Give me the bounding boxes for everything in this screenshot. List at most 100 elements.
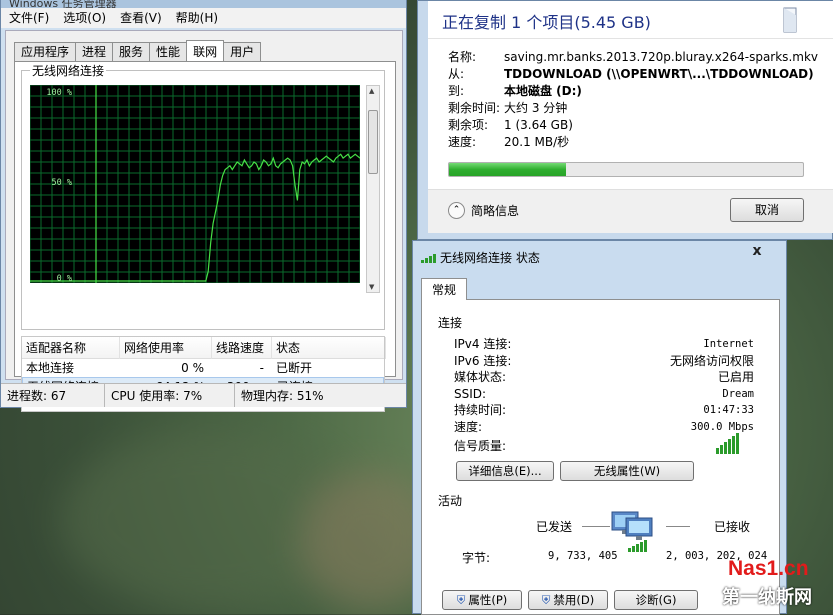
signal-quality-label: 信号质量: <box>454 439 507 453</box>
detail-value: 01:47:33 <box>703 404 754 416</box>
adapter-status: 已断开 <box>276 361 313 375</box>
graph-vertical-scrollbar[interactable]: ▲ ▼ <box>366 85 380 293</box>
copy-detail-row: 到: 本地磁盘 (D:) <box>448 83 833 100</box>
menu-options[interactable]: 选项(O) <box>63 10 106 26</box>
sent-line <box>582 526 610 527</box>
received-line <box>666 526 690 527</box>
chevron-up-icon[interactable]: ⌃ <box>448 202 465 219</box>
tab-performance[interactable]: 性能 <box>149 42 188 61</box>
details-button[interactable]: 详细信息(E)... <box>456 461 554 481</box>
detail-value: 无网络访问权限 <box>669 353 754 368</box>
process-count: 进程数: 67 <box>1 384 105 407</box>
detail-value: 1 (3.64 GB) <box>504 118 573 132</box>
sent-label: 已发送 <box>536 520 573 534</box>
connection-detail-row: 媒体状态: 已启用 <box>454 369 754 386</box>
general-panel: 连接 IPv4 连接: Internet IPv6 连接: 无网络访问权限媒体状态: 已… <box>421 299 780 615</box>
tab-services[interactable]: 服务 <box>112 42 151 61</box>
cpu-usage: CPU 使用率: 7% <box>105 384 235 407</box>
copy-detail-row: 从: TDDOWNLOAD (\\OPENWRT\...\TDDOWNLOAD) <box>448 66 833 83</box>
detail-value: 20.1 MB/秒 <box>504 135 570 149</box>
scrollbar-thumb[interactable] <box>368 110 378 174</box>
signal-icon <box>421 253 436 263</box>
connection-section-label: 连接 <box>438 316 463 330</box>
tab-users[interactable]: 用户 <box>223 42 262 61</box>
less-info-toggle[interactable]: ⌃ 简略信息 <box>448 202 519 219</box>
copy-progress-window: 正在复制 1 个项目(5.45 GB) 名称: saving.mr.banks.2… <box>417 0 833 240</box>
detail-value: Dream <box>722 387 754 400</box>
detail-key: 媒体状态: <box>454 370 507 384</box>
tab-general[interactable]: 常规 <box>421 278 468 300</box>
scroll-up-arrow-icon[interactable]: ▲ <box>369 87 374 95</box>
graph-axis-label: 100 % <box>46 88 72 98</box>
table-row[interactable]: 本地连接 0 % - 已断开 <box>22 359 384 377</box>
copy-detail-row: 剩余时间: 大约 3 分钟 <box>448 100 833 117</box>
network-usage-graph: 100 % 50 % 0 % <box>29 84 361 284</box>
detail-key: 到: <box>448 84 465 98</box>
network-usage-chart: 100 % 50 % 0 % <box>29 84 361 284</box>
properties-label: 属性(P) <box>468 593 508 607</box>
activity-section-label: 活动 <box>438 494 463 508</box>
copy-detail-row: 剩余项: 1 (3.64 GB) <box>448 117 833 134</box>
connection-detail-row: 持续时间: 01:47:33 <box>454 402 754 419</box>
wifi-title-bar: 无线网络连接 状态 <box>421 249 540 266</box>
detail-value: 本地磁盘 (D:) <box>504 84 582 98</box>
menu-file[interactable]: 文件(F) <box>9 10 49 26</box>
window-title: 无线网络连接 状态 <box>440 251 540 265</box>
connection-detail-row: IPv4 连接: Internet <box>454 336 754 353</box>
memory-usage: 物理内存: 51% <box>241 389 324 403</box>
networking-panel: 无线网络连接 100 % 50 % 0 % ▲ ▼ 适配器名称 网络使用率 线路速度… <box>14 61 396 412</box>
tab-applications[interactable]: 应用程序 <box>14 42 77 61</box>
scroll-down-arrow-icon[interactable]: ▼ <box>369 283 374 291</box>
watermark-text: 第一纳斯网 <box>722 587 812 608</box>
adapter-name: 本地连接 <box>26 361 75 375</box>
tab-networking[interactable]: 联网 <box>186 40 225 61</box>
menu-view[interactable]: 查看(V) <box>120 10 162 26</box>
status-bar: 进程数: 67 CPU 使用率: 7% 物理内存: 51% <box>1 383 406 407</box>
col-link-speed[interactable]: 线路速度 <box>212 337 272 359</box>
task-manager-body: 应用程序 进程 服务 性能 联网 用户 无线网络连接 100 % 50 % 0 % … <box>5 30 403 412</box>
graph-axis-label: 0 % <box>57 274 72 283</box>
col-adapter-name[interactable]: 适配器名称 <box>22 337 120 359</box>
copy-detail-row: 速度: 20.1 MB/秒 <box>448 134 833 151</box>
connection-detail-row: IPv6 连接: 无网络访问权限 <box>454 353 754 370</box>
disable-button[interactable]: ⛨ 禁用(D) <box>528 590 608 610</box>
window-title: Windows 任务管理器 <box>1 0 406 8</box>
received-label: 已接收 <box>714 520 751 534</box>
detail-key: 速度: <box>454 419 483 434</box>
connection-detail-row: 速度: 300.0 Mbps <box>454 419 754 436</box>
copy-dialog-content: 正在复制 1 个项目(5.45 GB) 名称: saving.mr.banks.2… <box>428 1 833 233</box>
col-status[interactable]: 状态 <box>272 337 386 359</box>
shield-icon: ⛨ <box>541 593 551 607</box>
diagnose-button[interactable]: 诊断(G) <box>614 590 698 610</box>
copy-details: 名称: saving.mr.banks.2013.720p.bluray.x264… <box>428 39 833 151</box>
detail-key: SSID: <box>454 386 487 401</box>
copy-heading: 正在复制 1 个项目(5.45 GB) <box>428 1 833 39</box>
col-network-usage[interactable]: 网络使用率 <box>120 337 212 359</box>
detail-key: 速度: <box>448 135 477 149</box>
detail-key: IPv4 连接: <box>454 337 512 351</box>
tab-strip: 应用程序 进程 服务 性能 联网 用户 <box>14 40 262 62</box>
graph-title: 无线网络连接 <box>30 62 107 79</box>
network-computers-icon <box>611 511 653 552</box>
detail-value: 已启用 <box>717 370 754 384</box>
network-graph-group: 无线网络连接 100 % 50 % 0 % ▲ ▼ <box>21 62 385 330</box>
less-info-label[interactable]: 简略信息 <box>471 202 519 219</box>
detail-key: IPv6 连接: <box>454 353 512 368</box>
task-manager-window: Windows 任务管理器 文件(F) 选项(O) 查看(V) 帮助(H) 应用… <box>0 0 407 412</box>
tab-processes[interactable]: 进程 <box>75 42 114 61</box>
close-button[interactable]: x <box>735 241 779 261</box>
wireless-properties-button[interactable]: 无线属性(W) <box>560 461 694 481</box>
menu-help[interactable]: 帮助(H) <box>176 10 218 26</box>
detail-key: 持续时间: <box>454 403 507 417</box>
copy-detail-row: 名称: saving.mr.banks.2013.720p.bluray.x264… <box>448 49 833 66</box>
detail-value: TDDOWNLOAD (\\OPENWRT\...\TDDOWNLOAD) <box>504 67 814 81</box>
disable-label: 禁用(D) <box>553 593 595 607</box>
properties-button[interactable]: ⛨ 属性(P) <box>442 590 522 610</box>
adapter-speed: - <box>259 361 264 375</box>
progress-fill <box>449 163 566 176</box>
cancel-button[interactable]: 取消 <box>730 198 804 222</box>
detail-value: saving.mr.banks.2013.720p.bluray.x264-sp… <box>504 50 818 64</box>
watermark-logo: Nas1.cn <box>728 557 809 580</box>
copy-progress-bar <box>448 162 804 177</box>
file-icon <box>783 7 797 33</box>
